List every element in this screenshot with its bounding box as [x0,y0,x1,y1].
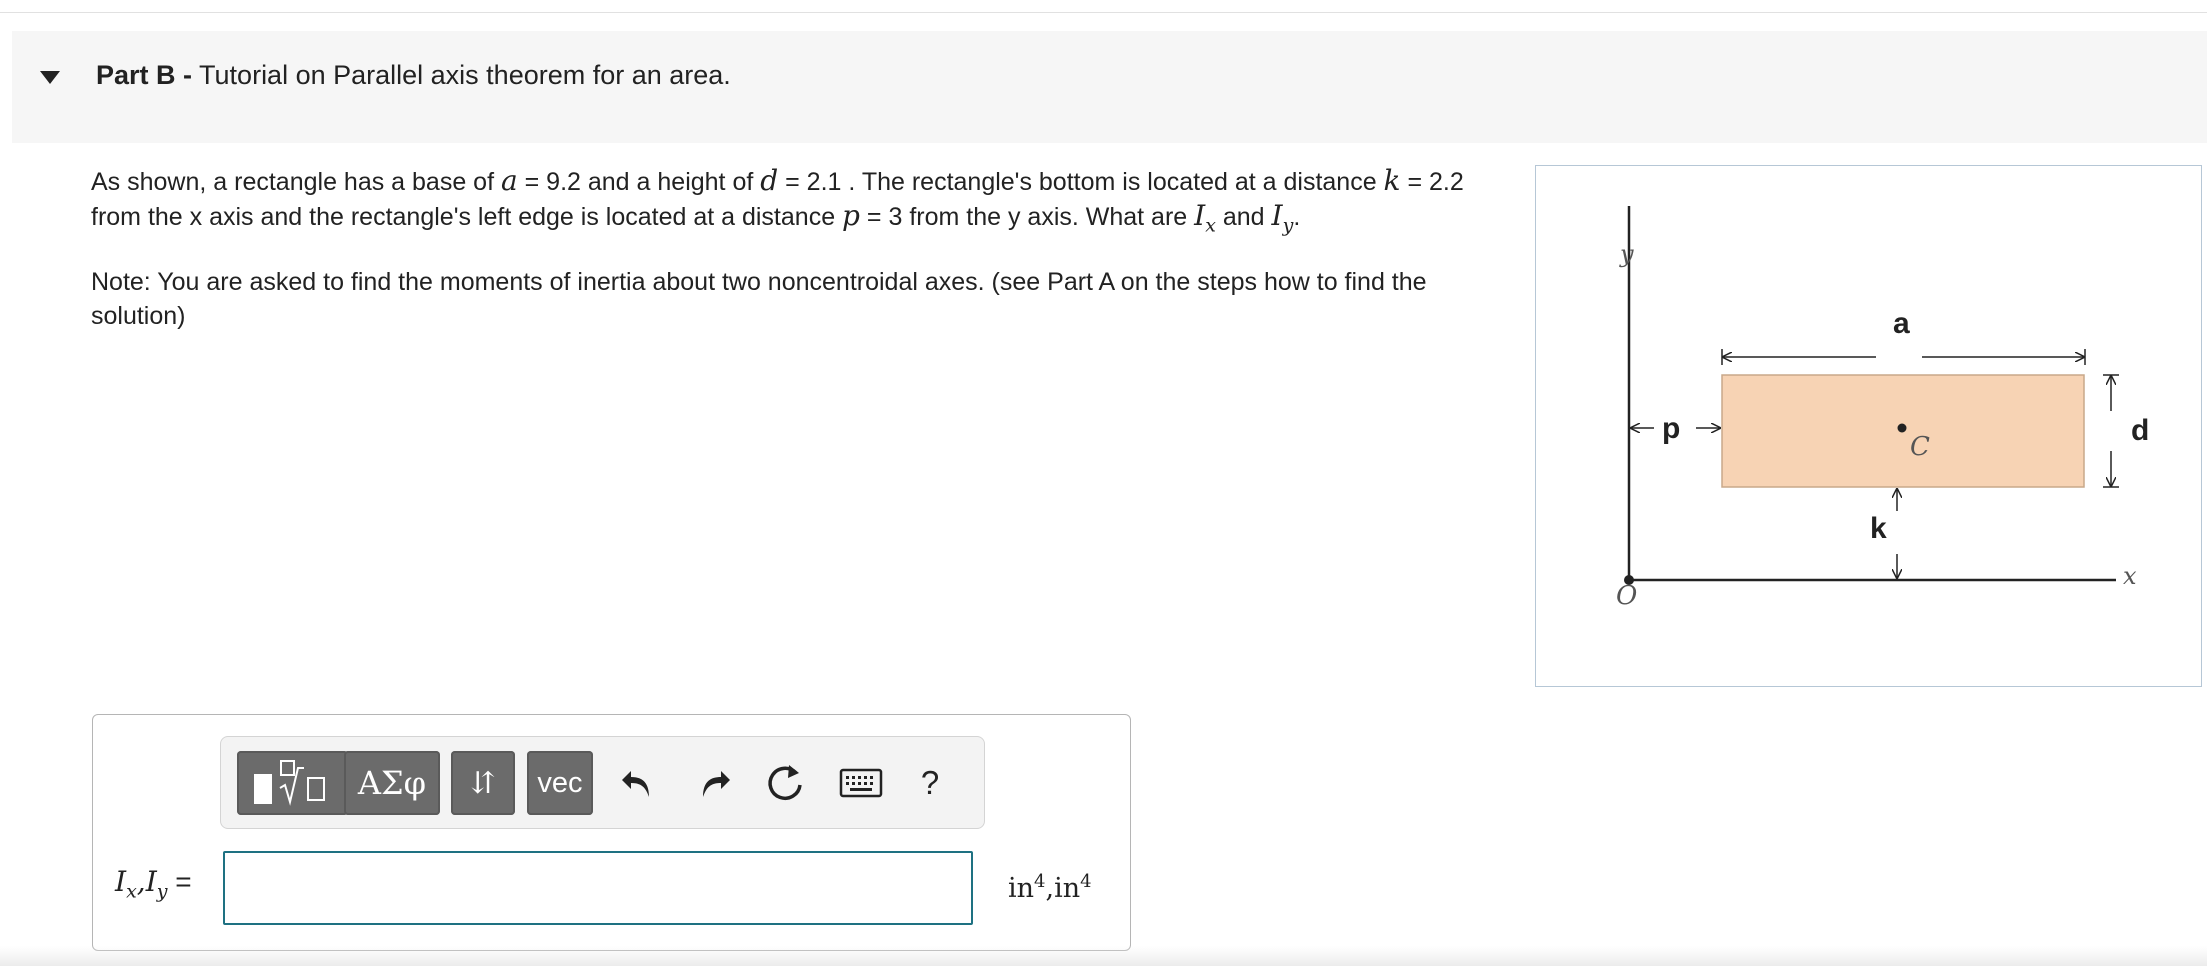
dim-p-label: p [1662,412,1680,445]
answer-var-i: I [115,865,127,898]
math-var-a: a [500,164,518,197]
collapse-caret-icon[interactable] [40,71,60,84]
dim-k-label: k [1870,512,1887,545]
problem-text: = 3 from the y axis. What are [859,203,1195,231]
problem-text: and [1215,203,1272,231]
dim-a-label: a [1893,307,1910,340]
math-ix: Ix [1194,199,1216,237]
unit-base: in [1008,873,1035,904]
figure-box: O y x C a d p k [1535,165,2202,687]
unit-exponent: 4 [1034,871,1046,892]
help-button[interactable]: ? [905,751,955,815]
math-var-i: I [1271,199,1283,232]
divider [0,12,2207,13]
problem-note: Note: You are asked to find the moments … [91,267,1427,330]
answer-sub-y: y [156,880,168,903]
problem-text: = 9.2 and a height of [517,168,761,196]
math-var-d: d [760,164,779,197]
origin-label: O [1616,581,1637,611]
problem-statement: As shown, a rectangle has a base of a = … [91,164,1501,333]
answer-label: Ix,Iy = [115,865,192,909]
arrows-button[interactable]: ⇵ [451,751,515,815]
centroid-label: C [1910,432,1930,462]
math-toolbar: ΑΣφ ⇵ vec ? [220,736,985,829]
part-title-text: Tutorial on Parallel axis theorem for an… [199,60,731,90]
problem-paragraph: As shown, a rectangle has a base of a = … [91,164,1501,243]
keyboard-icon[interactable] [827,751,895,815]
answer-sub-x: x [126,880,137,903]
math-var-i: I [1194,199,1206,232]
greek-symbols-button[interactable]: ΑΣφ [344,751,440,815]
answer-comma: , [136,865,146,898]
dim-d-label: d [2131,414,2149,447]
unit-exponent: 4 [1080,871,1092,892]
answer-box: ΑΣφ ⇵ vec ? Ix,Iy = in4,in4 [92,714,1131,951]
math-var-k: k [1383,164,1401,197]
fraction-sqrt-icon [253,760,325,806]
bottom-fade [0,946,2207,966]
undo-icon[interactable] [609,751,669,815]
math-iy: Iy [1271,199,1294,237]
answer-math: Ix,Iy [115,865,167,903]
problem-text: . [1293,203,1301,231]
unit-separator: , [1045,873,1055,904]
answer-units: in4,in4 [1008,865,1092,906]
problem-text: = 2.1 . The rectangle's bottom is locate… [778,168,1384,196]
redo-icon[interactable] [683,751,743,815]
page: Part B - Tutorial on Parallel axis theor… [0,0,2207,966]
part-header[interactable]: Part B - Tutorial on Parallel axis theor… [12,31,2207,143]
math-sub-y: y [1282,214,1294,237]
math-sub-x: x [1205,214,1216,237]
reset-icon[interactable] [755,751,815,815]
part-title: Part B - Tutorial on Parallel axis theor… [96,58,731,92]
rectangle-diagram: O y x C a d p k [1616,206,2149,611]
x-axis-label: x [2123,562,2137,590]
unit-base: in [1054,873,1081,904]
answer-input[interactable] [223,851,973,925]
y-axis-label: y [1619,240,1634,268]
problem-text: As shown, a rectangle has a base of [91,168,501,196]
templates-button[interactable] [237,751,348,815]
math-var-p: p [842,199,860,232]
centroid-dot [1897,423,1907,433]
answer-var-i: I [145,865,157,898]
answer-equals: = [167,866,192,897]
vec-button[interactable]: vec [527,751,593,815]
part-label: Part B - [96,60,193,90]
